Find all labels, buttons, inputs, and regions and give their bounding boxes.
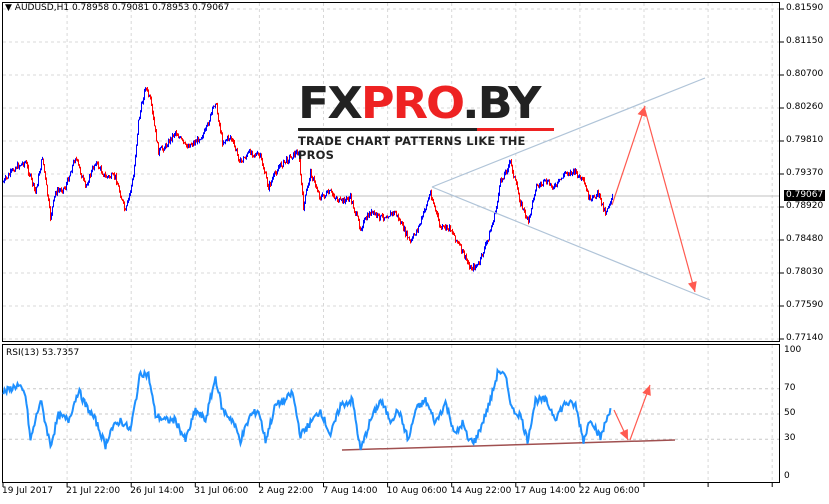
price-axis-label: 0.80700 <box>786 69 824 79</box>
price-axis-label: 0.78480 <box>786 234 824 244</box>
rsi-axis-label: 0 <box>784 471 790 481</box>
time-axis-label: 21 Jul 22:00 <box>66 486 121 496</box>
logo-text-fx: FX <box>298 77 363 129</box>
time-axis-label: 31 Jul 06:00 <box>194 486 249 496</box>
logo-tagline: TRADE CHART PATTERNS LIKE THE PROS <box>298 134 526 162</box>
time-axis-label: 19 Jul 2017 <box>2 486 53 496</box>
rsi-series <box>2 367 612 451</box>
symbol-label: AUDUSD,H1 <box>14 3 70 13</box>
time-axis-label: 7 Aug 14:00 <box>322 486 378 496</box>
price-axis-label: 0.79810 <box>786 135 824 145</box>
arrowhead-icon <box>688 281 697 292</box>
rsi-axis-label: 30 <box>784 433 796 444</box>
rsi-trendline[interactable] <box>341 439 676 451</box>
grid <box>3 3 779 482</box>
price-axis-label: 0.77140 <box>786 333 824 343</box>
price-axis-label: 0.78030 <box>786 267 824 277</box>
current-price-label: 0.79067 <box>784 190 826 201</box>
time-axis-label: 2 Aug 22:00 <box>258 486 314 496</box>
main-panel-frame <box>2 2 780 342</box>
price-axis-label: 0.81590 <box>786 3 824 13</box>
forecast-arrow-down[interactable] <box>644 109 696 293</box>
ohlc-values: 0.78958 0.79081 0.78953 0.79067 <box>71 3 230 13</box>
logo-text-pro: PRO <box>360 77 464 129</box>
logo-text-by: .BY <box>462 77 541 129</box>
price-axis-label: 0.78920 <box>786 201 824 211</box>
fxpro-logo: FXPRO.BY TRADE CHART PATTERNS LIKE THE P… <box>298 80 554 162</box>
collapse-triangle-icon[interactable]: ▼ <box>5 3 12 13</box>
price-axis-label: 0.77590 <box>786 300 824 310</box>
time-axis-label: 10 Aug 06:00 <box>386 486 448 496</box>
pattern-lower-line[interactable] <box>431 186 711 301</box>
time-axis-label: 26 Jul 14:00 <box>130 486 185 496</box>
time-axis-label: 17 Aug 14:00 <box>514 486 576 496</box>
rsi-label: RSI(13) 53.7357 <box>6 348 80 358</box>
price-axis-label: 0.80260 <box>786 102 824 112</box>
time-axis-label: 14 Aug 22:00 <box>450 486 512 496</box>
rsi-axis-label: 50 <box>784 408 796 418</box>
time-axis-label: 22 Aug 06:00 <box>578 486 640 496</box>
price-axis-label: 0.81150 <box>786 36 824 46</box>
chart-canvas[interactable] <box>0 0 829 504</box>
chart-header: ▼ AUDUSD,H1 0.78958 0.79081 0.78953 0.79… <box>5 3 229 13</box>
rsi-axis-label: 70 <box>784 382 796 393</box>
forecast-arrow-up[interactable] <box>611 105 646 206</box>
rsi-axis-label: 100 <box>784 345 802 355</box>
price-axis-label: 0.79370 <box>786 168 824 178</box>
